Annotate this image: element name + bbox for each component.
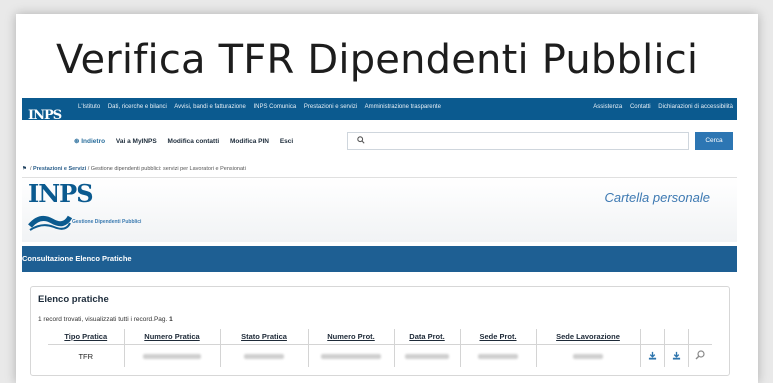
section-title: Consultazione Elenco Pratiche — [22, 254, 132, 263]
myinps-link[interactable]: Vai a MyINPS — [116, 138, 157, 145]
top-link-accessibilita[interactable]: Dichiarazioni di accessibilità — [658, 104, 733, 110]
col-numero-prot[interactable]: Numero Prot. — [308, 329, 395, 345]
top-link-istituto[interactable]: L'Istituto — [78, 104, 100, 110]
col-sede-prot[interactable]: Sede Prot. — [460, 329, 537, 345]
col-tipo-pratica[interactable]: Tipo Pratica — [48, 329, 125, 345]
panel-title: Elenco pratiche — [38, 294, 109, 305]
modifica-pin-link[interactable]: Modifica PIN — [230, 138, 269, 145]
modifica-contatti-link[interactable]: Modifica contatti — [168, 138, 220, 145]
top-links-left: L'Istituto Dati, ricerche e bilanci Avvi… — [78, 104, 447, 110]
search-button[interactable]: Cerca — [695, 132, 733, 150]
top-nav-bar: L'Istituto Dati, ricerche e bilanci Avvi… — [22, 98, 737, 120]
gestione-dipendenti-label: Gestione Dipendenti Pubblici — [72, 219, 142, 225]
top-link-prestazioni[interactable]: Prestazioni e servizi — [304, 104, 357, 110]
record-info: 1 record trovati, visualizzati tutti i r… — [38, 316, 173, 323]
row-action-download-1[interactable] — [640, 344, 665, 367]
back-link[interactable]: ⊛ Indietro — [74, 138, 105, 145]
row-action-view[interactable] — [688, 345, 712, 368]
header-band: INPS Gestione Dipendenti Pubblici Cartel… — [22, 178, 737, 242]
cell-tipo: TFR — [48, 344, 125, 367]
cell-stato-redacted — [220, 344, 309, 367]
breadcrumb-current: Gestione dipendenti pubblici: servizi pe… — [90, 166, 246, 172]
search-input[interactable] — [372, 135, 672, 147]
col-action-1 — [640, 329, 665, 345]
row-action-download-2[interactable] — [664, 344, 689, 367]
col-action-3 — [688, 329, 712, 345]
table-row: TFR — [48, 344, 712, 368]
cell-numero-prot-redacted — [308, 344, 395, 367]
top-link-comunica[interactable]: INPS Comunica — [254, 104, 297, 110]
col-action-2 — [664, 329, 689, 345]
inps-wave-large-icon — [28, 215, 72, 231]
cell-sede-lav-redacted — [536, 344, 641, 367]
download-icon[interactable] — [648, 351, 657, 360]
col-data-prot[interactable]: Data Prot. — [394, 329, 461, 345]
sub-nav-bar: ⊛ Indietro Vai a MyINPS Modifica contatt… — [22, 120, 737, 160]
record-info-text: 1 record trovati, visualizzati tutti i r… — [38, 316, 170, 323]
top-link-contatti[interactable]: Contatti — [630, 104, 651, 110]
col-stato-pratica[interactable]: Stato Pratica — [220, 329, 309, 345]
table-header-row: Tipo Pratica Numero Pratica Stato Pratic… — [48, 329, 712, 345]
col-sede-lavorazione[interactable]: Sede Lavorazione — [536, 329, 641, 345]
cell-sede-prot-redacted — [460, 344, 537, 367]
sub-nav: ⊛ Indietro Vai a MyINPS Modifica contatt… — [74, 137, 302, 145]
esci-link[interactable]: Esci — [280, 138, 293, 145]
col-numero-pratica[interactable]: Numero Pratica — [124, 329, 221, 345]
top-link-dati[interactable]: Dati, ricerche e bilanci — [108, 104, 167, 110]
cell-numero-pratica-redacted — [124, 344, 221, 367]
breadcrumb: ⚑ / Prestazioni e Servizi / Gestione dipe… — [22, 166, 246, 172]
pratiche-table: Tipo Pratica Numero Pratica Stato Pratic… — [48, 329, 712, 367]
top-link-assistenza[interactable]: Assistenza — [593, 104, 622, 110]
top-links-right: Assistenza Contatti Dichiarazioni di acc… — [587, 104, 733, 110]
download-icon[interactable] — [672, 351, 681, 360]
search-icon — [357, 136, 365, 146]
cell-data-prot-redacted — [394, 344, 461, 367]
page-headline: Verifica TFR Dipendenti Pubblici — [56, 37, 699, 83]
top-link-avvisi[interactable]: Avvisi, bandi e fatturazione — [174, 104, 246, 110]
home-icon[interactable]: ⚑ — [22, 166, 27, 172]
pratiche-panel: Elenco pratiche 1 record trovati, visual… — [30, 286, 730, 376]
record-page: 1 — [169, 316, 173, 323]
search-icon[interactable] — [695, 350, 705, 360]
top-link-trasparente[interactable]: Amministrazione trasparente — [365, 104, 441, 110]
breadcrumb-section[interactable]: Prestazioni e Servizi — [33, 166, 86, 172]
section-header: Consultazione Elenco Pratiche — [22, 246, 737, 272]
search-box — [347, 132, 689, 150]
inps-logo-large-text: INPS — [28, 179, 94, 208]
cartella-personale-title: Cartella personale — [604, 190, 710, 205]
